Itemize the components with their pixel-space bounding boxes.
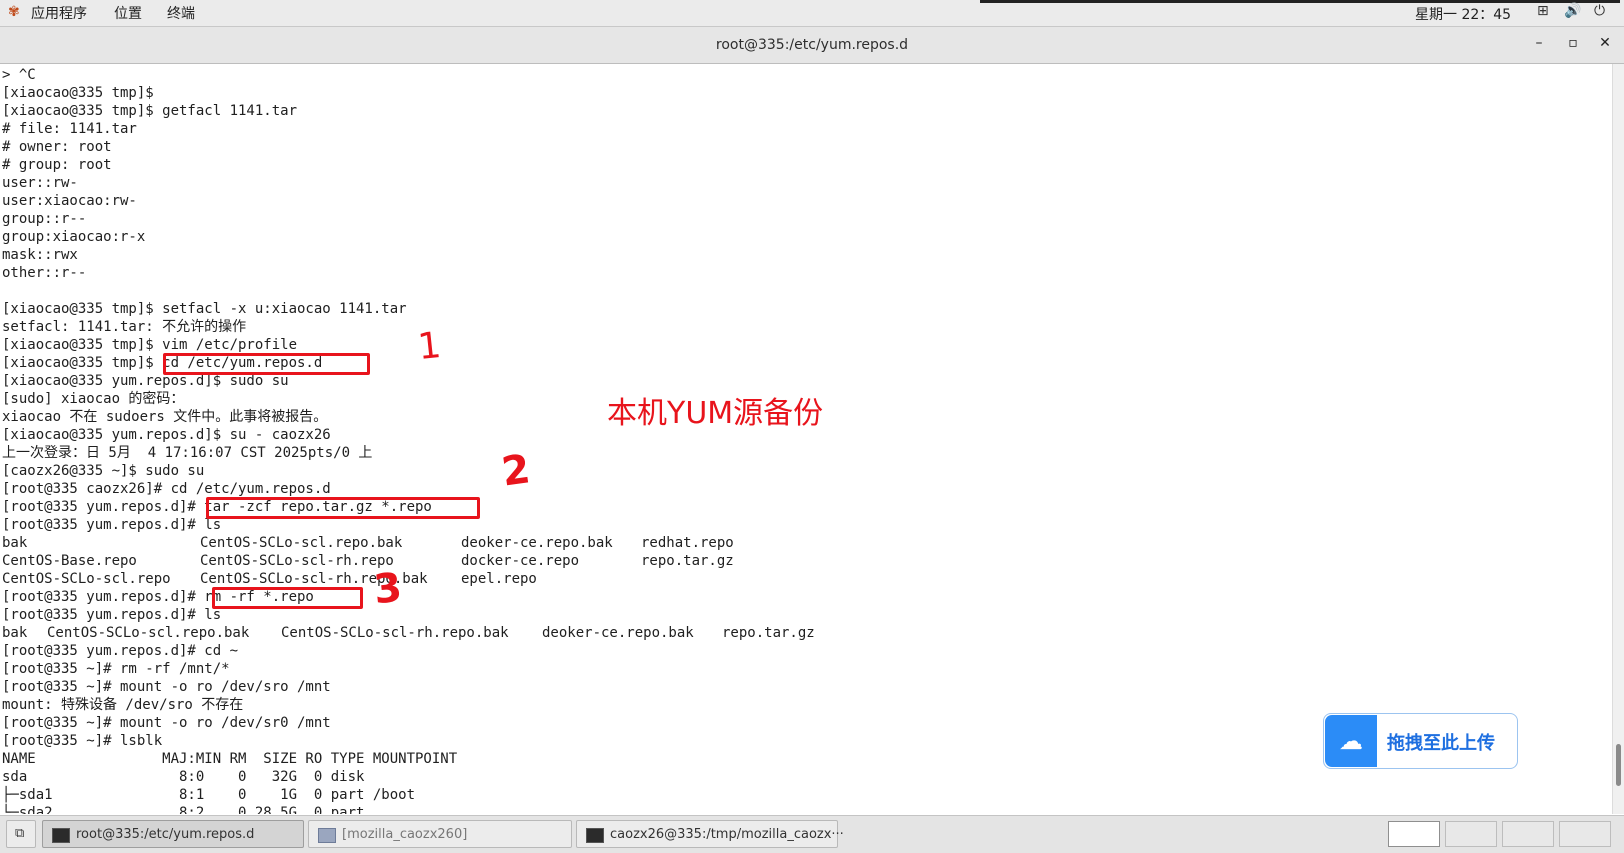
terminal-line: sda 8:0 0 32G 0 disk <box>2 769 365 785</box>
terminal-line: user::rw- <box>2 175 78 191</box>
terminal-line: [xiaocao@335 tmp]$ <box>2 85 154 101</box>
terminal-line: user:xiaocao:rw- <box>2 193 137 209</box>
maximize-button[interactable]: ▫ <box>1563 35 1583 51</box>
terminal-line: group:xiaocao:r-x <box>2 229 146 245</box>
ls-entry-archive: repo.tar.gz <box>641 553 734 569</box>
annotation-mark-1: 1 <box>415 324 443 369</box>
annotation-mark-3: 3 <box>371 564 405 614</box>
terminal-line: # file: 1141.tar <box>2 121 137 137</box>
task-terminal-caozx26[interactable]: caozx26@335:/tmp/mozilla_caozx··· <box>576 820 844 848</box>
terminal-line: [xiaocao@335 tmp]$ getfacl 1141.tar <box>2 103 298 119</box>
task-label: root@335:/etc/yum.repos.d <box>76 827 255 842</box>
clock[interactable]: 星期一 22：45 <box>1415 4 1511 24</box>
ls-entry-archive: repo.tar.gz <box>722 625 815 641</box>
ls-entry: CentOS-SCLo-scl.repo.bak <box>47 625 250 641</box>
terminal-line: xiaocao 不在 sudoers 文件中。此事将被报告。 <box>2 409 328 425</box>
show-desktop-button[interactable]: ⧉ <box>6 820 36 848</box>
task-label: [mozilla_caozx260] <box>342 827 468 842</box>
scrollbar-thumb[interactable] <box>1616 744 1621 786</box>
ls-entry: CentOS-SCLo-scl-rh.repo.bak <box>281 625 509 641</box>
task-file-manager[interactable]: [mozilla_caozx260] <box>308 820 572 848</box>
ls-entry-directory: bak <box>2 535 28 551</box>
terminal-line: [root@335 yum.repos.d]# ls <box>2 607 222 623</box>
terminal-line: setfacl: 1141.tar: 不允许的操作 <box>2 319 247 335</box>
minimize-button[interactable]: – <box>1529 35 1549 51</box>
terminal-line: NAME MAJ:MIN RM SIZE RO TYPE MOUNTPOINT <box>2 751 458 767</box>
terminal-line: [root@335 yum.repos.d]# ls <box>2 517 222 533</box>
annotation-caption: 本机YUM源备份 <box>607 396 824 431</box>
terminal-output[interactable]: > ^C [xiaocao@335 tmp]$ [xiaocao@335 tmp… <box>0 64 1612 814</box>
terminal-line: [xiaocao@335 tmp]$ vim /etc/profile <box>2 337 298 353</box>
volume-icon[interactable]: 🔊 <box>1564 3 1581 19</box>
terminal-line: 上一次登录：日 5月 4 17:16:07 CST 2025pts/0 上 <box>2 445 373 461</box>
ls-entry-directory: bak <box>2 625 28 641</box>
annotation-mark-2: 2 <box>498 446 533 496</box>
ls-entry: CentOS-SCLo-scl-rh.repo <box>200 553 394 569</box>
terminal-line: └─sda2 8:2 0 28.5G 0 part <box>2 805 365 814</box>
terminal-line: [root@335 caozx26]# cd /etc/yum.repos.d <box>2 481 331 497</box>
terminal-line: ├─sda1 8:1 0 1G 0 part /boot <box>2 787 416 803</box>
taskbar: ⧉ root@335:/etc/yum.repos.d [mozilla_cao… <box>0 815 1624 853</box>
terminal-line: mask::rwx <box>2 247 78 263</box>
desktop-icon: ⧉ <box>15 826 25 841</box>
terminal-line: [sudo] xiaocao 的密码： <box>2 391 185 407</box>
file-manager-icon <box>318 828 336 843</box>
terminal-scrollbar[interactable] <box>1612 64 1624 814</box>
workspace-2[interactable] <box>1445 821 1497 847</box>
ls-entry: CentOS-Base.repo <box>2 553 137 569</box>
ls-entry: deoker-ce.repo.bak <box>542 625 694 641</box>
network-icon[interactable]: ⊞ <box>1537 3 1549 19</box>
terminal-line: [root@335 yum.repos.d]# cd ~ <box>2 643 239 659</box>
terminal-icon <box>586 828 604 843</box>
terminal-line: other::r-- <box>2 265 87 281</box>
terminal-line: [xiaocao@335 tmp]$ setfacl -x u:xiaocao … <box>2 301 407 317</box>
terminal-line: [caozx26@335 ~]$ sudo su <box>2 463 205 479</box>
ls-entry: epel.repo <box>461 571 537 587</box>
upload-label: 拖拽至此上传 <box>1387 733 1495 754</box>
drag-upload-widget[interactable]: ☁ 拖拽至此上传 <box>1323 713 1518 769</box>
task-label: caozx26@335:/tmp/mozilla_caozx··· <box>610 827 844 842</box>
ls-entry: redhat.repo <box>641 535 734 551</box>
highlight-box-tar <box>206 497 480 519</box>
window-title: root@335:/etc/yum.repos.d <box>715 37 909 53</box>
ls-entry: deoker-ce.repo.bak <box>461 535 613 551</box>
close-button[interactable]: ✕ <box>1595 35 1615 51</box>
ls-entry: CentOS-SCLo-scl.repo.bak <box>200 535 403 551</box>
terminal-line: [root@335 ~]# lsblk <box>2 733 163 749</box>
window-titlebar[interactable]: root@335:/etc/yum.repos.d – ▫ ✕ <box>0 27 1624 64</box>
terminal-menu[interactable]: 终端 <box>167 3 195 23</box>
applications-menu[interactable]: 应用程序 <box>31 3 87 23</box>
highlight-box-rm <box>212 587 363 609</box>
terminal-line: [root@335 ~]# mount -o ro /dev/sr0 /mnt <box>2 715 331 731</box>
terminal-line: # group: root <box>2 157 112 173</box>
ls-entry: docker-ce.repo <box>461 553 580 569</box>
terminal-line: [xiaocao@335 yum.repos.d]$ su - caozx26 <box>2 427 331 443</box>
places-menu[interactable]: 位置 <box>114 3 142 23</box>
highlight-box-cd <box>163 353 370 375</box>
workspace-3[interactable] <box>1502 821 1554 847</box>
power-icon[interactable]: ⏻ <box>1594 3 1605 19</box>
ls-entry: CentOS-SCLo-scl.repo <box>2 571 171 587</box>
terminal-line: # owner: root <box>2 139 112 155</box>
workspace-4[interactable] <box>1559 821 1611 847</box>
top-panel: ✾ 应用程序 位置 终端 星期一 22：45 ⊞ 🔊 ⏻ <box>0 0 1624 27</box>
terminal-line: group::r-- <box>2 211 87 227</box>
terminal-line: > ^C <box>2 67 36 83</box>
task-terminal-root[interactable]: root@335:/etc/yum.repos.d <box>42 820 304 848</box>
workspace-1[interactable] <box>1388 821 1440 847</box>
terminal-line: mount: 特殊设备 /dev/sro 不存在 <box>2 697 244 713</box>
cloud-icon: ☁ <box>1325 715 1377 767</box>
top-edge-strip <box>980 0 1620 3</box>
terminal-line: [root@335 ~]# rm -rf /mnt/* <box>2 661 230 677</box>
terminal-icon <box>52 828 70 843</box>
apps-menu-icon[interactable]: ✾ <box>8 4 20 20</box>
terminal-line: [root@335 ~]# mount -o ro /dev/sro /mnt <box>2 679 331 695</box>
